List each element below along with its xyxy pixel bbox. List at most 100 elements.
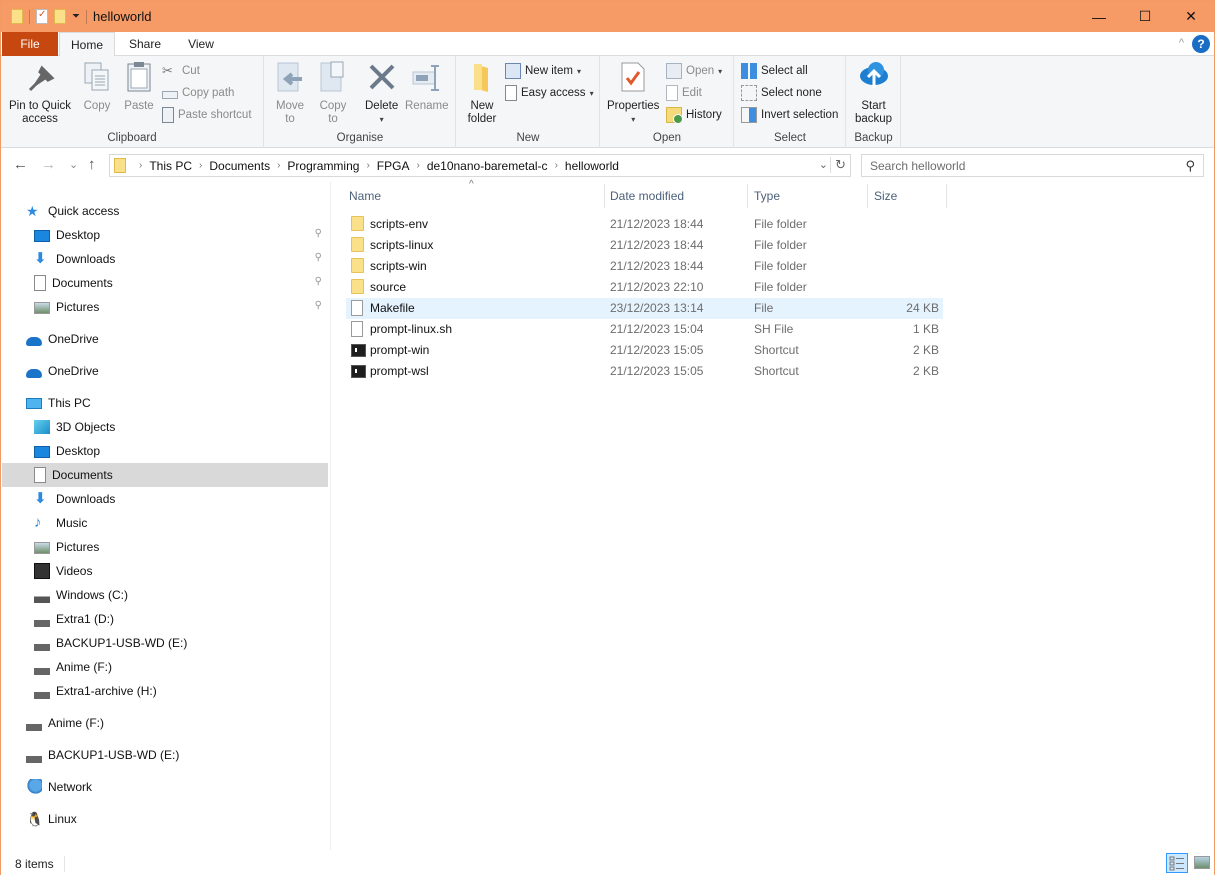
address-dropdown-icon[interactable]: ⌄ [819,158,828,171]
tab-share[interactable]: Share [119,32,171,56]
search-input[interactable] [862,158,1162,173]
breadcrumb-documents[interactable]: Documents [209,159,270,173]
tab-view[interactable]: View [176,32,226,56]
forward-arrow-icon[interactable]: → [41,156,56,173]
file-row[interactable]: scripts-linux 21/12/2023 18:44 File folder [346,235,943,256]
copy-to-button[interactable]: Copy to [317,60,349,126]
column-separator[interactable] [867,184,868,208]
rename-button[interactable]: Rename [405,60,448,113]
sidebar-item-extra1-archive-h[interactable]: Extra1-archive (H:) [2,679,328,703]
sidebar-item-pictures[interactable]: Pictures [2,535,328,559]
refresh-icon[interactable]: ↻ [830,157,846,173]
sidebar-item-documents[interactable]: Documents [2,463,328,487]
history-button[interactable]: History [666,105,722,125]
sidebar-item-this-pc[interactable]: This PC [2,391,328,415]
breadcrumb-separator[interactable]: › [555,160,558,171]
sidebar-item-linux[interactable]: 🐧 Linux [2,807,328,831]
maximize-button[interactable]: ☐ [1122,1,1168,32]
sidebar-item-extra1-d[interactable]: Extra1 (D:) [2,607,328,631]
breadcrumb-de10nano-baremetal-c[interactable]: de10nano-baremetal-c [427,159,548,173]
column-separator[interactable] [946,184,947,208]
customize-dropdown-icon[interactable]: ⏷ [72,11,80,22]
new-folder-button[interactable]: New folder [466,60,498,126]
tab-home[interactable]: Home [59,32,115,57]
move-to-button[interactable]: Move to [274,60,306,126]
select-all-button[interactable]: Select all [741,61,808,81]
pin-icon[interactable]: ⚲ [315,276,322,287]
file-row[interactable]: prompt-linux.sh 21/12/2023 15:04 SH File 1 … [346,319,943,340]
properties-icon[interactable] [36,9,48,24]
breadcrumb-separator[interactable]: › [366,160,369,171]
column-separator[interactable] [604,184,605,208]
breadcrumb-helloworld[interactable]: helloworld [565,159,619,173]
sidebar-item-music[interactable]: ♪ Music [2,511,328,535]
sidebar-item-quick-access[interactable]: ★ Quick access [2,199,328,223]
column-header-date-modified[interactable]: Date modified [610,182,748,209]
sidebar-item-onedrive[interactable]: OneDrive [2,327,328,351]
breadcrumb-fpga[interactable]: FPGA [377,159,410,173]
sidebar-item-desktop[interactable]: Desktop [2,439,328,463]
sidebar-item-desktop[interactable]: Desktop ⚲ [2,223,328,247]
sidebar-item-windows-c[interactable]: Windows (C:) [2,583,328,607]
paste-button[interactable]: Paste [123,60,155,113]
details-view-button[interactable] [1166,853,1188,873]
sidebar-item-downloads[interactable]: ⬇ Downloads [2,487,328,511]
file-row[interactable]: source 21/12/2023 22:10 File folder [346,277,943,298]
breadcrumb-separator[interactable]: › [277,160,280,171]
back-arrow-icon[interactable]: ← [13,156,28,173]
paste-shortcut-button[interactable]: Paste shortcut [162,105,252,125]
new-item-button[interactable]: New item ▾ [505,61,581,81]
select-none-button[interactable]: Select none [741,83,822,103]
sidebar-item-network[interactable]: Network [2,775,328,799]
copy-path-button[interactable]: Copy path [162,83,234,103]
column-separator[interactable] [747,184,748,208]
copy-button[interactable]: Copy [81,60,113,113]
up-arrow-icon[interactable]: ↑ [88,156,96,173]
minimize-button[interactable]: — [1076,1,1122,32]
recent-locations-icon[interactable]: ⌄ [69,158,78,171]
sidebar-item-documents[interactable]: Documents ⚲ [2,271,328,295]
file-row[interactable]: prompt-wsl 21/12/2023 15:05 Shortcut 2 KB [346,361,943,382]
breadcrumb-this-pc[interactable]: This PC [149,159,192,173]
pin-icon[interactable]: ⚲ [315,300,322,311]
breadcrumb-separator[interactable]: › [416,160,419,171]
pin-icon[interactable]: ⚲ [315,228,322,239]
large-icons-view-button[interactable] [1194,856,1210,869]
help-icon[interactable]: ? [1192,35,1210,53]
close-button[interactable]: ✕ [1168,1,1214,32]
column-header-name[interactable]: Name [349,182,604,209]
sidebar-item-onedrive[interactable]: OneDrive [2,359,328,383]
edit-button[interactable]: Edit [666,83,702,103]
file-row[interactable]: prompt-win 21/12/2023 15:05 Shortcut 2 KB [346,340,943,361]
breadcrumb-separator[interactable]: › [199,160,202,171]
invert-selection-button[interactable]: Invert selection [741,105,838,125]
new-folder-icon[interactable] [54,9,66,24]
sidebar-item-backup1-usb-wd-e[interactable]: BACKUP1-USB-WD (E:) [2,743,328,767]
delete-button[interactable]: Delete ▾ [365,60,398,126]
file-row[interactable]: scripts-env 21/12/2023 18:44 File folder [346,214,943,235]
breadcrumb-programming[interactable]: Programming [287,159,359,173]
file-row[interactable]: scripts-win 21/12/2023 18:44 File folder [346,256,943,277]
start-backup-button[interactable]: Start backup [855,60,892,126]
sidebar-item-3d-objects[interactable]: 3D Objects [2,415,328,439]
sidebar-item-anime-f[interactable]: Anime (F:) [2,711,328,735]
pin-icon[interactable]: ⚲ [315,252,322,263]
search-icon[interactable]: ⚲ [1185,158,1195,174]
easy-access-button[interactable]: Easy access ▾ [505,83,594,103]
pin-to-quick-access-button[interactable]: Pin to Quick access [9,60,71,126]
sidebar-item-backup1-usb-wd-e[interactable]: BACKUP1-USB-WD (E:) [2,631,328,655]
address-bar[interactable]: › This PC › Documents › Programming › FP… [109,154,851,177]
column-header-type[interactable]: Type [754,182,866,209]
collapse-ribbon-icon[interactable]: ^ [1179,37,1184,49]
file-row[interactable]: Makefile 23/12/2023 13:14 File 24 KB [346,298,943,319]
open-button[interactable]: Open ▾ [666,61,722,81]
column-header-size[interactable]: Size [874,182,946,209]
cut-button[interactable]: ✂ Cut [162,61,200,81]
pane-divider[interactable] [330,182,331,850]
sidebar-item-pictures[interactable]: Pictures ⚲ [2,295,328,319]
sidebar-item-videos[interactable]: Videos [2,559,328,583]
sidebar-item-anime-f[interactable]: Anime (F:) [2,655,328,679]
tab-file[interactable]: File [2,32,58,56]
properties-button[interactable]: Properties ▾ [607,60,659,126]
sidebar-item-downloads[interactable]: ⬇ Downloads ⚲ [2,247,328,271]
